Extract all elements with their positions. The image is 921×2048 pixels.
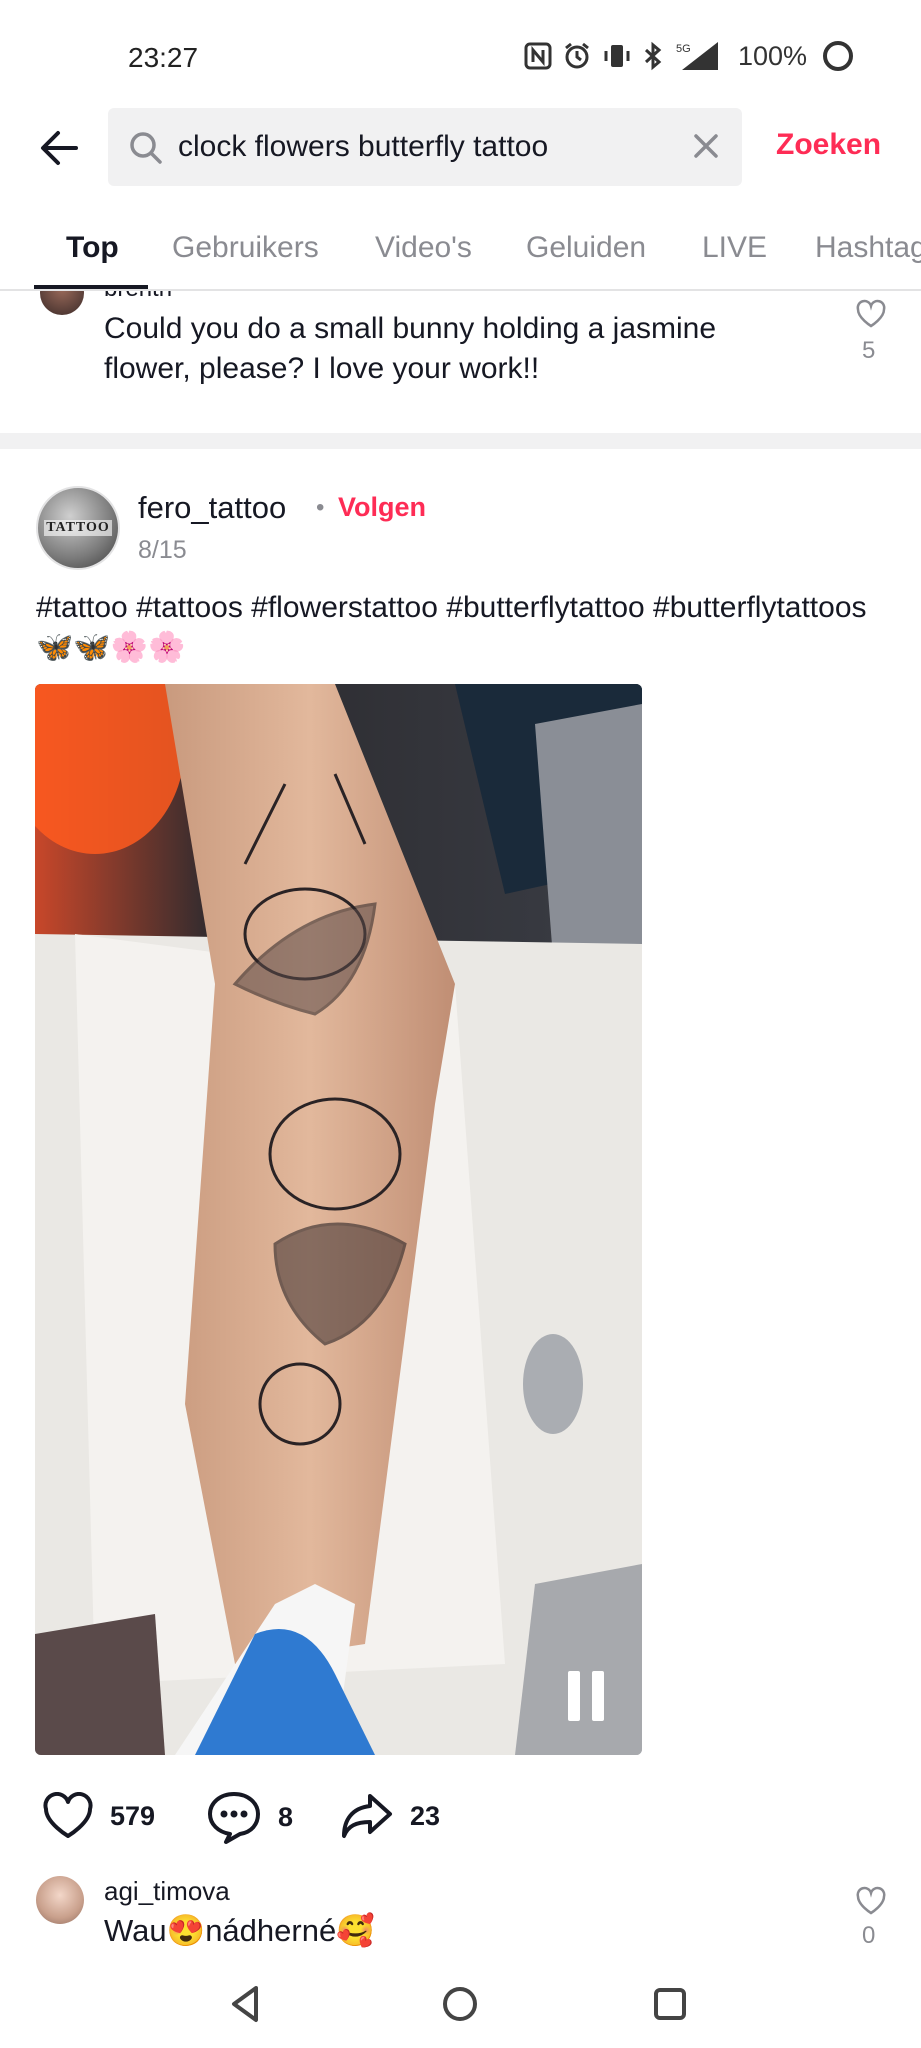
avatar[interactable]: TATTOO: [36, 486, 120, 570]
nav-back-icon[interactable]: [224, 1982, 268, 2026]
heart-icon[interactable]: [855, 299, 887, 329]
tab-videos[interactable]: Video's: [375, 231, 472, 265]
separator-dot: •: [316, 494, 325, 521]
section-divider: [0, 433, 921, 449]
active-tab-indicator: [34, 285, 148, 289]
pause-button[interactable]: [564, 1671, 608, 1721]
like-button[interactable]: 579: [42, 1792, 155, 1840]
svg-text:5G: 5G: [676, 43, 691, 55]
post-caption: #tattoo #tattoos #flowerstattoo #butterf…: [36, 591, 867, 664]
heart-icon: [43, 1792, 93, 1838]
comment-like-count: 0: [862, 1922, 876, 1949]
search-query: clock flowers butterfly tattoo: [178, 130, 549, 163]
search-input[interactable]: clock flowers butterfly tattoo: [108, 108, 742, 186]
tab-hashtag[interactable]: Hashtag: [815, 231, 921, 265]
status-bar: 23:27 5G 100%: [0, 0, 921, 110]
share-count: 23: [410, 1800, 441, 1831]
back-button[interactable]: [36, 124, 84, 172]
previous-comment: brenth Could you do a small bunny holdin…: [0, 291, 921, 431]
post-counter: 8/15: [138, 536, 187, 564]
comment-button[interactable]: 8: [206, 1790, 293, 1844]
bluetooth-icon: [642, 41, 664, 71]
vibrate-icon: [602, 41, 632, 71]
status-time: 23:27: [128, 42, 199, 73]
comment-item: agi_timova Wau😍nádherné🥰 0: [0, 1870, 921, 1960]
search-icon: [130, 132, 162, 164]
search-submit-button[interactable]: Zoeken: [776, 128, 881, 162]
share-icon: [342, 1794, 392, 1838]
alarm-icon: [562, 41, 592, 71]
avatar-logo-text: TATTOO: [44, 520, 112, 536]
comment-icon: [208, 1792, 260, 1844]
search-header: clock flowers butterfly tattoo Zoeken: [0, 108, 921, 188]
nav-recents-icon[interactable]: [648, 1982, 692, 2026]
nav-home-icon[interactable]: [438, 1982, 482, 2026]
comment-username[interactable]: brenth: [104, 291, 172, 303]
heart-icon[interactable]: [855, 1886, 887, 1916]
comment-text: Could you do a small bunny holding a jas…: [104, 312, 717, 385]
tab-gebruikers[interactable]: Gebruikers: [172, 231, 319, 265]
status-icons: 5G 100%: [524, 40, 853, 72]
nfc-icon: [524, 42, 552, 70]
post-username[interactable]: fero_tattoo: [138, 490, 286, 526]
clear-icon[interactable]: [688, 128, 724, 164]
like-count: 579: [110, 1800, 156, 1831]
comment-text: Wau😍nádherné🥰: [104, 1913, 375, 1948]
comment-username[interactable]: agi_timova: [104, 1876, 230, 1907]
video-frame: [35, 684, 642, 1755]
avatar[interactable]: [36, 1876, 84, 1924]
comment-like-count: 5: [862, 337, 876, 364]
comment-count: 8: [278, 1801, 294, 1832]
tab-geluiden[interactable]: Geluiden: [526, 231, 646, 265]
post-actions: 579 8 23: [0, 1786, 921, 1846]
share-button[interactable]: 23: [340, 1792, 440, 1840]
system-nav-bar: [0, 1960, 921, 2048]
tab-live[interactable]: LIVE: [702, 231, 767, 265]
signal-5g-icon: 5G: [674, 40, 720, 72]
search-tabs: Top Gebruikers Video's Geluiden LIVE Has…: [0, 215, 921, 291]
follow-button[interactable]: Volgen: [338, 492, 426, 523]
video-player[interactable]: [35, 684, 642, 1755]
battery-percentage: 100%: [737, 40, 807, 71]
arrow-left-icon: [41, 131, 78, 165]
avatar[interactable]: [40, 291, 84, 315]
tab-top[interactable]: Top: [66, 231, 119, 265]
battery-icon: [823, 41, 853, 71]
